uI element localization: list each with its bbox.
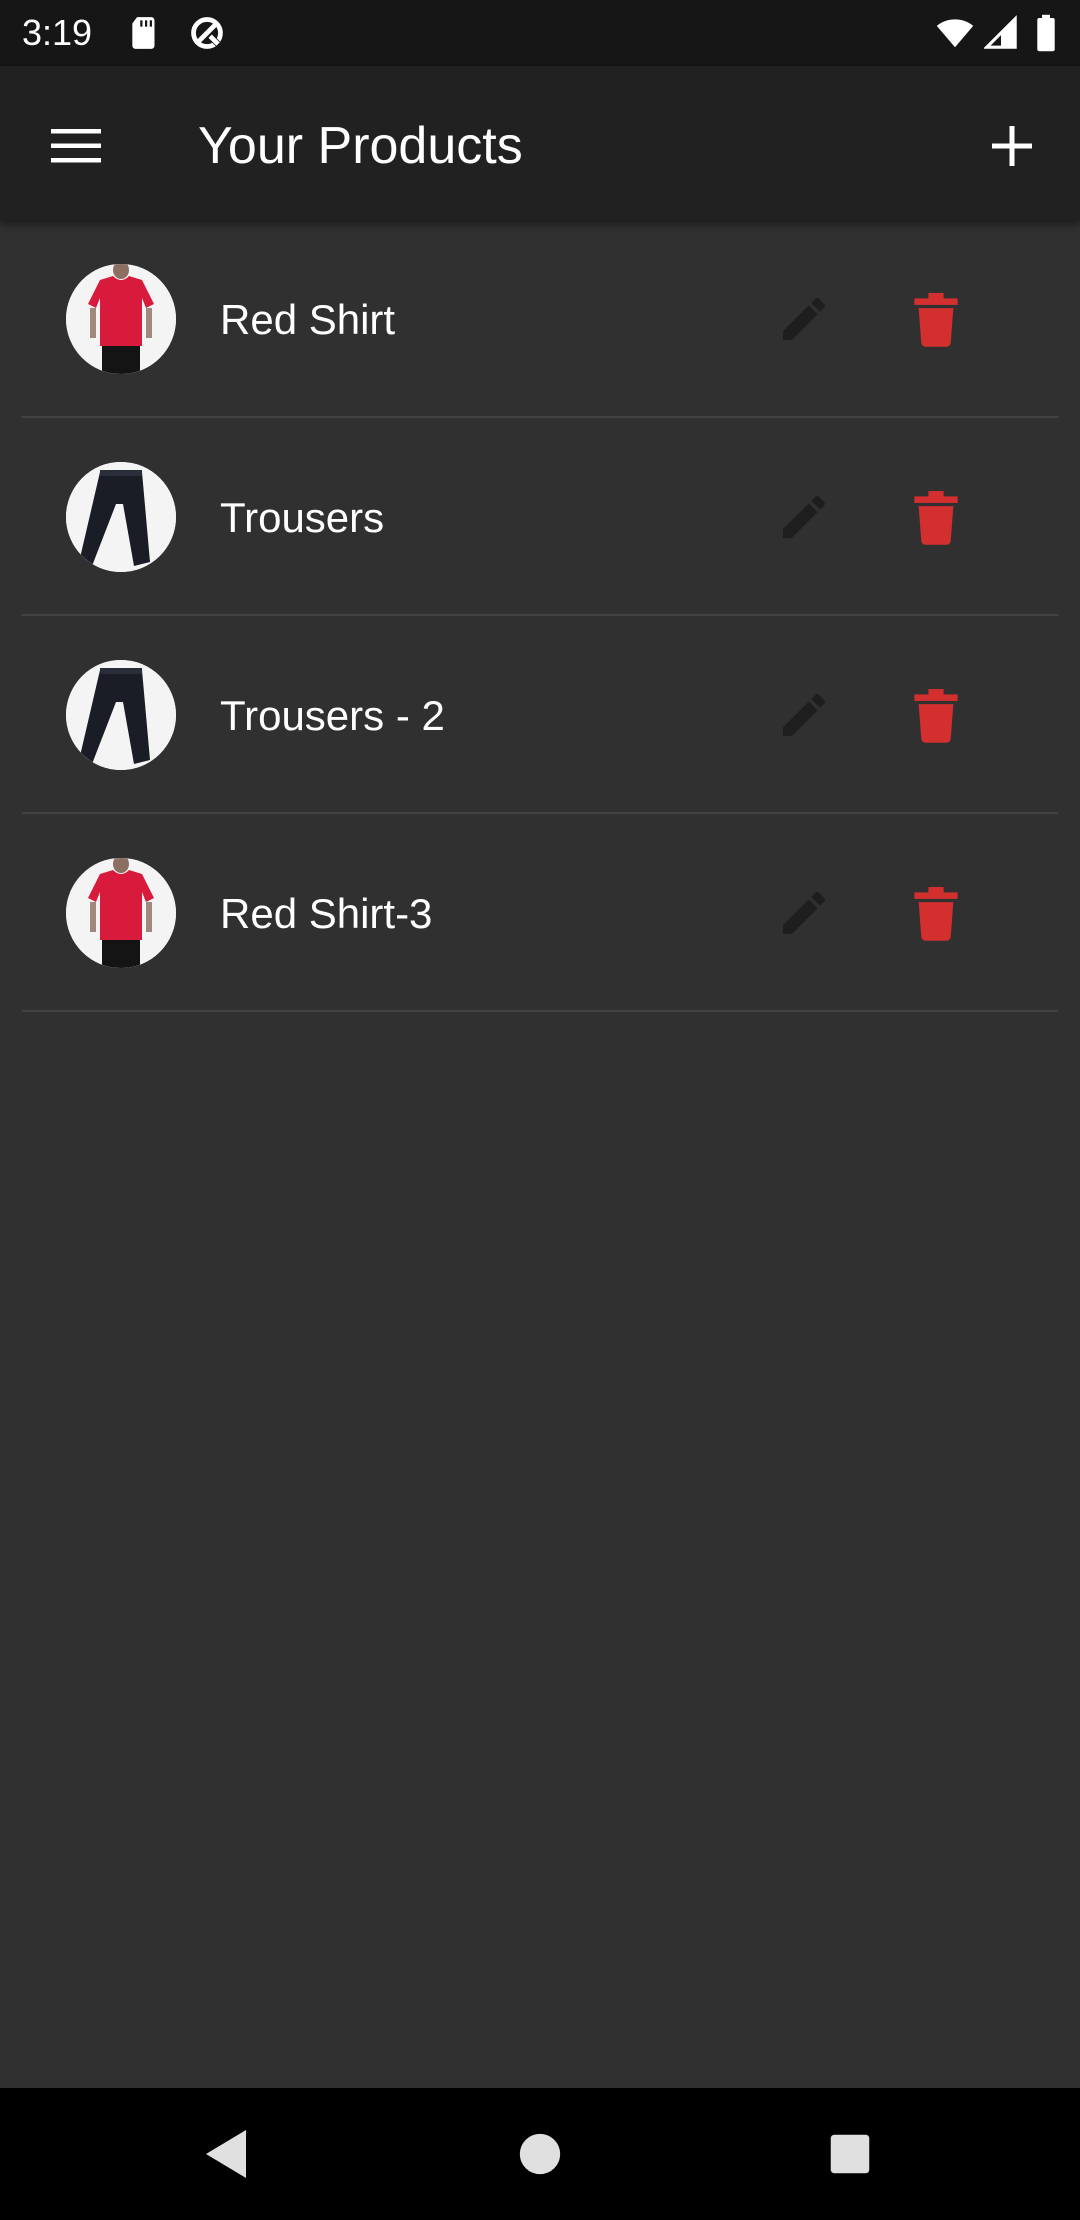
edit-button[interactable] [764, 477, 844, 557]
trash-icon [914, 293, 958, 347]
data-saver-icon [191, 17, 223, 49]
battery-icon [1037, 14, 1055, 52]
home-icon [519, 2133, 561, 2175]
red-shirt-image [66, 264, 176, 374]
pencil-icon [783, 297, 826, 340]
status-bar: 3:19 [0, 0, 1080, 66]
trousers-image [66, 462, 176, 572]
product-avatar [66, 660, 176, 770]
product-avatar [66, 462, 176, 572]
trousers-image [66, 660, 176, 770]
system-nav-bar [0, 2088, 1080, 2220]
product-row[interactable]: Trousers - 2 [0, 616, 1080, 814]
product-row[interactable]: Red Shirt-3 [0, 814, 1080, 1012]
red-shirt-image [66, 858, 176, 968]
product-list: Red Shirt Trousers Trousers - 2 Red Shir… [0, 220, 1080, 1012]
recents-icon [830, 2134, 870, 2174]
product-row[interactable]: Trousers [0, 418, 1080, 616]
back-icon [206, 2130, 246, 2178]
sd-card-icon [132, 17, 155, 49]
wifi-icon [936, 19, 974, 48]
product-avatar [66, 858, 176, 968]
product-avatar [66, 264, 176, 374]
product-row[interactable]: Red Shirt [0, 220, 1080, 418]
menu-button[interactable] [36, 106, 116, 186]
row-divider [22, 1010, 1058, 1012]
back-button[interactable] [186, 2114, 266, 2194]
app-bar: Your Products [0, 66, 1080, 220]
trash-icon [914, 689, 958, 743]
edit-button[interactable] [764, 675, 844, 755]
status-time: 3:19 [22, 12, 93, 53]
pencil-icon [783, 891, 826, 934]
screen: 3:19 Your Products Red Shirt Trousers Tr… [0, 0, 1080, 2220]
pencil-icon [783, 693, 826, 736]
delete-button[interactable] [896, 675, 976, 755]
cellular-signal-icon [984, 15, 1017, 49]
delete-button[interactable] [896, 873, 976, 953]
edit-button[interactable] [764, 873, 844, 953]
product-title: Trousers [220, 494, 385, 541]
add-product-button[interactable] [972, 106, 1052, 186]
edit-button[interactable] [764, 279, 844, 359]
home-button[interactable] [500, 2114, 580, 2194]
plus-icon [992, 126, 1032, 166]
trash-icon [914, 887, 958, 941]
product-title: Trousers - 2 [220, 692, 445, 739]
delete-button[interactable] [896, 477, 976, 557]
product-title: Red Shirt [220, 296, 396, 343]
hamburger-menu-icon [51, 129, 101, 163]
recents-button[interactable] [810, 2114, 890, 2194]
pencil-icon [783, 495, 826, 538]
product-title: Red Shirt-3 [220, 890, 433, 937]
page-title: Your Products [198, 117, 523, 175]
trash-icon [914, 491, 958, 545]
delete-button[interactable] [896, 279, 976, 359]
